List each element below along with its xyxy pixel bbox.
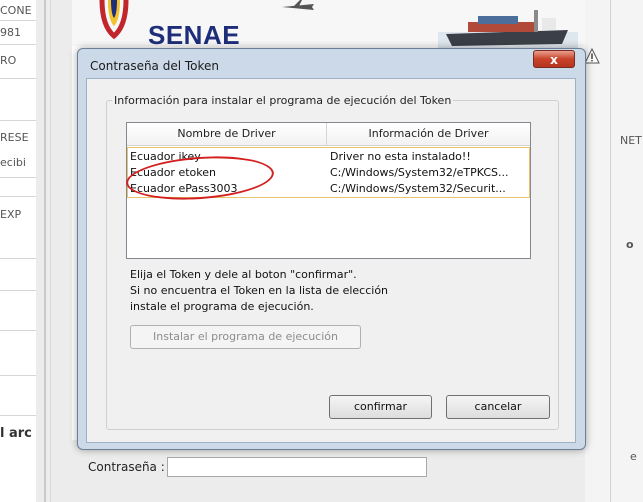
background-text-fragment: EXP bbox=[0, 208, 22, 221]
background-row-line bbox=[0, 120, 36, 121]
background-row-line bbox=[0, 44, 36, 45]
driver-info: Driver no esta instalado!! bbox=[330, 150, 471, 163]
background-divider bbox=[610, 0, 611, 502]
senae-logo-text: SENAE bbox=[148, 20, 241, 50]
close-button[interactable]: x bbox=[533, 50, 575, 68]
background-text-fragment: NET bbox=[620, 134, 642, 147]
senae-logo-icon bbox=[99, 0, 129, 40]
warning-icon bbox=[584, 48, 600, 64]
install-runtime-button[interactable]: Instalar el programa de ejecución bbox=[130, 325, 361, 349]
background-text-fragment: 981 bbox=[0, 26, 21, 39]
password-label: Contraseña : bbox=[88, 460, 165, 474]
password-field[interactable] bbox=[167, 457, 427, 477]
driver-info: C:/Windows/System32/Securit... bbox=[330, 182, 506, 195]
background-divider bbox=[50, 0, 51, 502]
background-row-line bbox=[0, 258, 36, 259]
background-left-column bbox=[36, 0, 72, 502]
confirm-button[interactable]: confirmar bbox=[329, 395, 432, 419]
list-header: Nombre de Driver Información de Driver bbox=[127, 123, 530, 146]
background-row-line bbox=[0, 330, 36, 331]
background-text-fragment: RESE bbox=[0, 131, 29, 144]
cargo-ship-icon bbox=[438, 10, 578, 50]
airplane-icon bbox=[282, 0, 314, 10]
group-title: Información para instalar el programa de… bbox=[112, 94, 454, 107]
background-row-line bbox=[0, 196, 36, 197]
background-row-line bbox=[0, 415, 36, 416]
instruction-line: instale el programa de ejecución. bbox=[130, 300, 314, 313]
driver-info: C:/Windows/System32/eTPKCS... bbox=[330, 166, 509, 179]
background-row-line bbox=[0, 20, 36, 21]
background-divider bbox=[44, 0, 46, 502]
background-row-line bbox=[0, 177, 36, 178]
column-header-driver-info[interactable]: Información de Driver bbox=[327, 123, 530, 145]
instruction-line: Si no encuentra el Token en la lista de … bbox=[130, 284, 389, 297]
background-text-fragment: l arc bbox=[0, 426, 32, 441]
cancel-button[interactable]: cancelar bbox=[446, 395, 550, 419]
background-text-fragment: ecibi bbox=[0, 156, 26, 169]
background-row-line bbox=[0, 78, 36, 79]
background-row-line bbox=[0, 290, 36, 291]
background-text-fragment: o bbox=[626, 238, 634, 251]
dialog-title: Contraseña del Token bbox=[90, 59, 220, 73]
background-text-fragment: e bbox=[630, 450, 637, 463]
instruction-line: Elija el Token y dele al boton "confirma… bbox=[130, 268, 357, 281]
background-text-fragment: RO bbox=[0, 54, 17, 67]
background-row-line bbox=[0, 375, 36, 376]
background-text-fragment: CONE bbox=[0, 4, 32, 17]
background-right-panel bbox=[585, 0, 643, 502]
column-header-driver-name[interactable]: Nombre de Driver bbox=[127, 123, 326, 145]
